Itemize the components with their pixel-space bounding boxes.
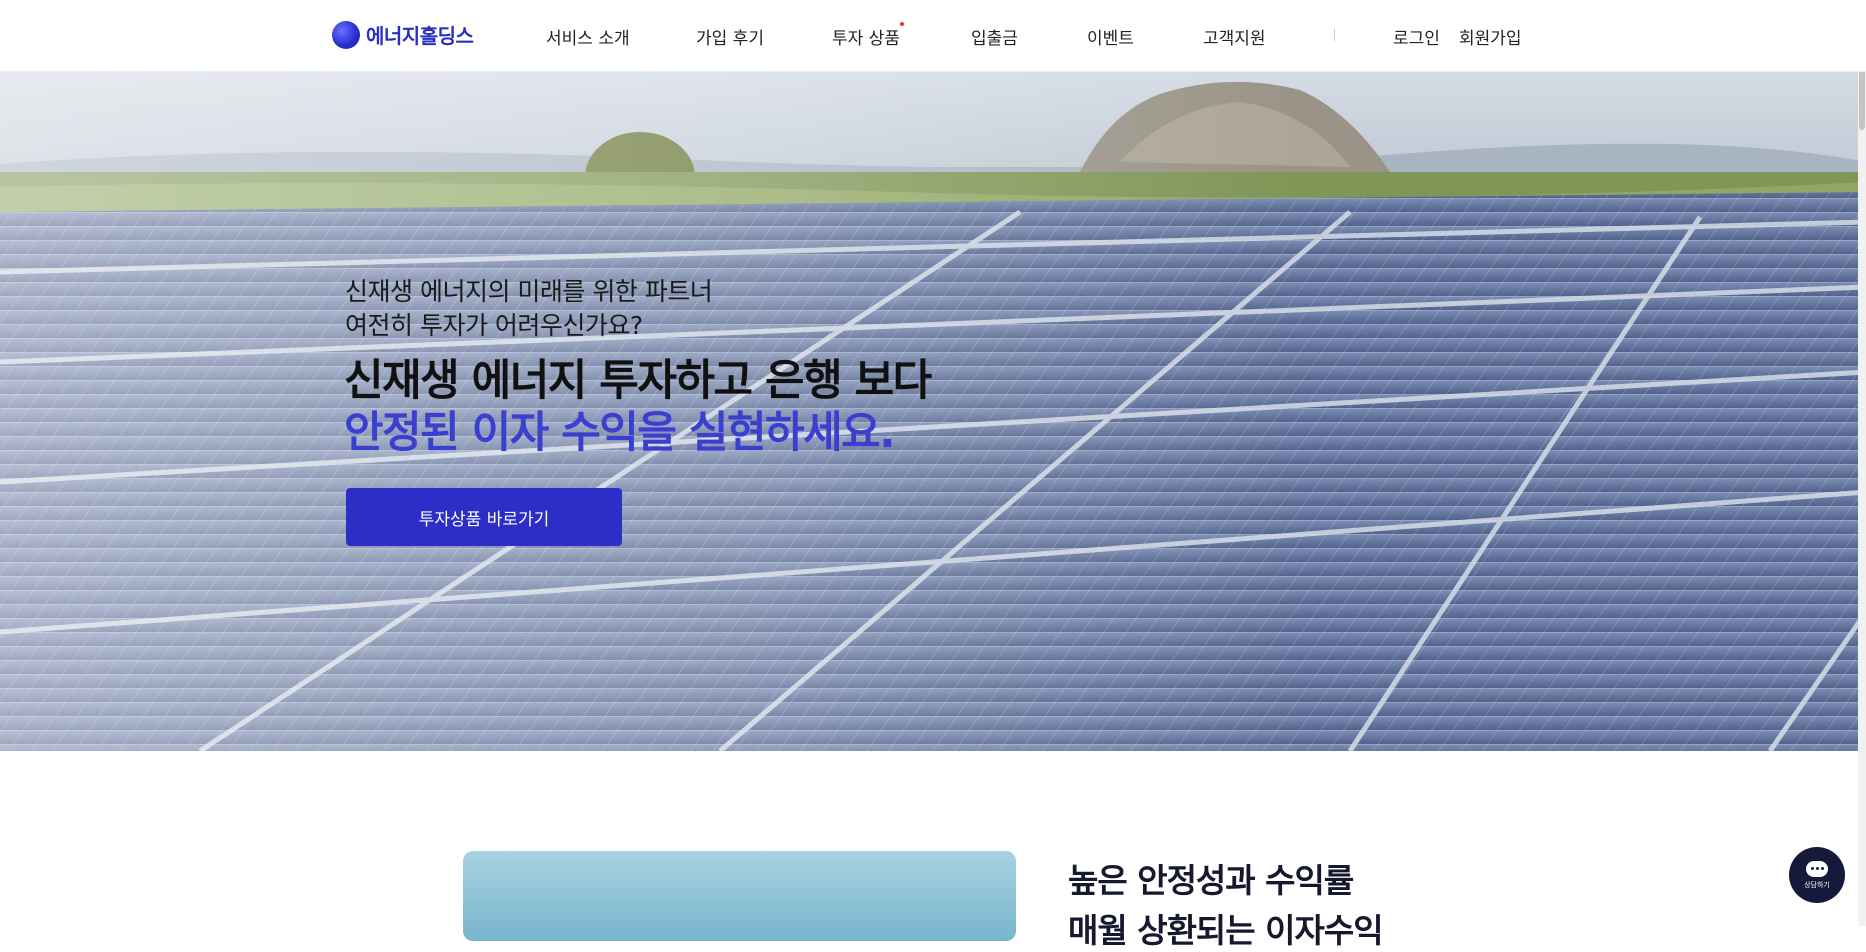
nav-item-reviews[interactable]: 가입 후기 [696,24,764,49]
hero-subtitle-line2: 여전히 투자가 어려우신가요? [345,311,643,340]
hero-banner: 신재생 에너지의 미래를 위한 파트너 여전히 투자가 어려우신가요? 신재생 … [0,72,1866,751]
invest-products-button[interactable]: 투자상품 바로가기 [346,488,622,546]
nav-item-products[interactable]: 투자 상품 [832,22,904,49]
new-dot-badge [899,22,904,26]
chat-button[interactable]: 상담하기 [1789,847,1845,903]
nav-item-events[interactable]: 이벤트 [1087,24,1134,49]
nav-item-deposit-withdraw[interactable]: 입출금 [971,24,1018,49]
hero-overlay [0,72,1866,751]
chat-bubble-icon [1806,860,1828,877]
section-title-line2: 매월 상환되는 이자수익 [1068,911,1384,950]
hero-subtitle-line1: 신재생 에너지의 미래를 위한 파트너 [345,277,713,306]
signup-link[interactable]: 회원가입 [1459,24,1522,49]
chat-label: 상담하기 [1804,880,1830,889]
page-scrollbar[interactable] [1858,0,1866,926]
feature-image [463,851,1016,941]
hero-title-line2: 안정된 이자 수익을 실현하세요. [344,408,896,458]
site-header: 에너지홀딩스 서비스 소개 가입 후기 투자 상품 입출금 이벤트 고객지원 로… [0,0,1866,72]
nav-item-service-intro[interactable]: 서비스 소개 [546,24,630,49]
section-title-line1: 높은 안정성과 수익률 [1068,861,1354,900]
nav-item-products-label: 투자 상품 [832,29,900,49]
login-link[interactable]: 로그인 [1393,24,1440,49]
main-nav: 서비스 소개 가입 후기 투자 상품 입출금 이벤트 고객지원 로그인 회원가입 [0,22,1866,49]
nav-divider [1334,29,1335,41]
nav-item-support[interactable]: 고객지원 [1203,24,1266,49]
